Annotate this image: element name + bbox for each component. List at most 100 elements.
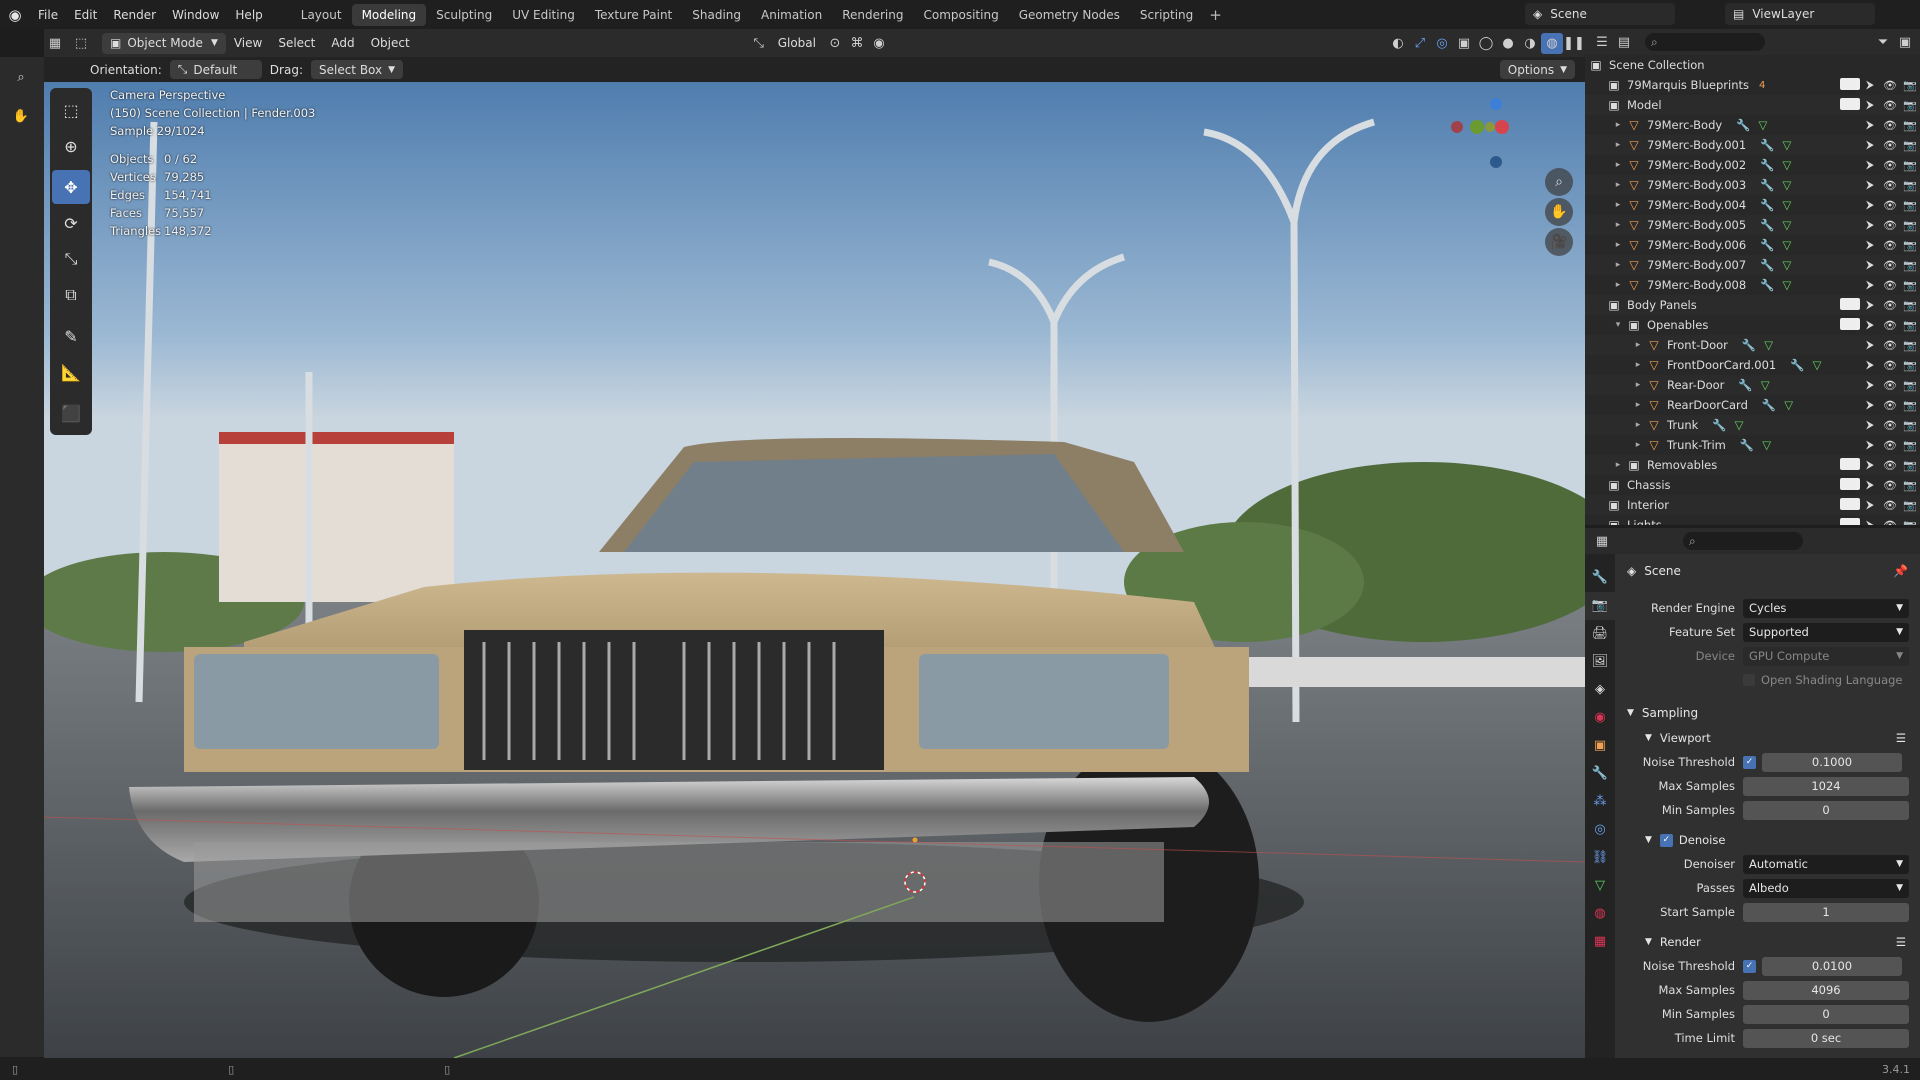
cursor-tool-icon[interactable]: ⊕ xyxy=(52,129,90,163)
eye-icon[interactable]: 👁 xyxy=(1880,159,1900,172)
r-noise-field[interactable]: 0.0100 xyxy=(1762,956,1902,976)
exclude-checkbox[interactable] xyxy=(1840,457,1860,473)
camera-icon[interactable]: 📷 xyxy=(1900,159,1920,172)
eye-icon[interactable]: 👁 xyxy=(1880,379,1900,392)
expand-arrow-icon[interactable]: ▸ xyxy=(1611,460,1625,470)
camera-icon[interactable]: 📷 xyxy=(1900,199,1920,212)
expand-arrow-icon[interactable]: ▸ xyxy=(1631,440,1645,450)
exclude-checkbox[interactable] xyxy=(1840,517,1860,525)
eye-icon[interactable]: 👁 xyxy=(1880,219,1900,232)
outliner-editor-icon[interactable]: ☰ xyxy=(1591,32,1613,53)
time-limit-field[interactable]: 0 sec xyxy=(1743,1028,1909,1048)
move-tool-icon[interactable]: ✥ xyxy=(52,170,90,204)
outliner-row[interactable]: ▸ ▽ Trunk-Trim 🔧 ▽ ⮞ 👁 📷 xyxy=(1585,435,1920,455)
device-dropdown[interactable]: GPU Compute ▼ xyxy=(1743,646,1909,666)
r-noise-checkbox[interactable]: ✓ xyxy=(1743,959,1756,973)
gizmo-icon[interactable]: ⤢ xyxy=(1409,33,1431,54)
expand-arrow-icon[interactable]: ▸ xyxy=(1611,120,1625,130)
eye-icon[interactable]: 👁 xyxy=(1880,419,1900,432)
xray-icon[interactable]: ▣ xyxy=(1453,33,1475,54)
select-arrow-icon[interactable]: ⮞ xyxy=(1860,398,1880,412)
vp-noise-field[interactable]: 0.1000 xyxy=(1762,752,1902,772)
filter-icon[interactable]: ⏷ xyxy=(1872,32,1894,53)
physics-tab-icon[interactable]: ◎ xyxy=(1585,816,1615,844)
outliner-row[interactable]: ▣ 79Marquis Blueprints 4 ⮞ 👁 📷 xyxy=(1585,75,1920,95)
3d-viewport[interactable] xyxy=(44,82,1585,1058)
select-mode-icon[interactable]: ⬚ xyxy=(66,33,96,54)
particles-tab-icon[interactable]: ⁂ xyxy=(1585,788,1615,816)
outliner-search[interactable]: ⌕ xyxy=(1645,33,1765,51)
eye-icon[interactable]: 👁 xyxy=(1880,499,1900,512)
camera-icon[interactable]: 📷 xyxy=(1900,239,1920,252)
camera-icon[interactable]: 📷 xyxy=(1900,279,1920,292)
camera-icon[interactable]: 📷 xyxy=(1900,399,1920,412)
start-sample-field[interactable]: 1 xyxy=(1743,902,1909,922)
output-tab-icon[interactable]: 🖨 xyxy=(1585,620,1615,648)
camera-icon[interactable]: 📷 xyxy=(1900,299,1920,312)
tab-animation[interactable]: Animation xyxy=(751,4,832,26)
select-arrow-icon[interactable]: ⮞ xyxy=(1860,158,1880,172)
data-tab-icon[interactable]: ▽ xyxy=(1585,872,1615,900)
overlay-icon[interactable]: ◎ xyxy=(1431,33,1453,54)
camera-icon[interactable]: 📷 xyxy=(1900,119,1920,132)
exclude-checkbox[interactable] xyxy=(1840,97,1860,113)
select-arrow-icon[interactable]: ⮞ xyxy=(1860,198,1880,212)
visibility-icon[interactable]: ◐ xyxy=(1387,33,1409,54)
outliner-row[interactable]: ▸ ▽ 79Merc-Body.002 🔧 ▽ ⮞ 👁 📷 xyxy=(1585,155,1920,175)
tab-modeling[interactable]: Modeling xyxy=(351,3,427,26)
properties-editor-icon[interactable]: ▦ xyxy=(1591,531,1613,552)
camera-icon[interactable]: 📷 xyxy=(1900,99,1920,112)
select-arrow-icon[interactable]: ⮞ xyxy=(1860,78,1880,92)
expand-arrow-icon[interactable]: ▸ xyxy=(1611,160,1625,170)
select-arrow-icon[interactable]: ⮞ xyxy=(1860,98,1880,112)
eye-icon[interactable]: 👁 xyxy=(1880,99,1900,112)
select-arrow-icon[interactable]: ⮞ xyxy=(1860,278,1880,292)
outliner-row[interactable]: ▸ ▽ Rear-Door 🔧 ▽ ⮞ 👁 📷 xyxy=(1585,375,1920,395)
camera-icon[interactable]: 📷 xyxy=(1900,379,1920,392)
select-arrow-icon[interactable]: ⮞ xyxy=(1860,298,1880,312)
sampling-panel-header[interactable]: ▼ Sampling xyxy=(1615,700,1920,726)
expand-arrow-icon[interactable]: ▾ xyxy=(1611,320,1625,330)
outliner-row[interactable]: ▸ ▽ 79Merc-Body.001 🔧 ▽ ⮞ 👁 📷 xyxy=(1585,135,1920,155)
vp-noise-checkbox[interactable]: ✓ xyxy=(1743,755,1756,769)
select-arrow-icon[interactable]: ⮞ xyxy=(1860,498,1880,512)
camera-icon[interactable]: 📷 xyxy=(1900,499,1920,512)
menu-file[interactable]: File xyxy=(30,8,66,22)
r-min-field[interactable]: 0 xyxy=(1743,1004,1909,1024)
eye-icon[interactable]: 👁 xyxy=(1880,119,1900,132)
eye-icon[interactable]: 👁 xyxy=(1880,139,1900,152)
outliner-row[interactable]: ▸ ▣ Removables ⮞ 👁 📷 xyxy=(1585,455,1920,475)
outliner-row[interactable]: ▣ Model ⮞ 👁 📷 xyxy=(1585,95,1920,115)
outliner-row[interactable]: ▸ ▽ 79Merc-Body 🔧 ▽ ⮞ 👁 📷 xyxy=(1585,115,1920,135)
select-arrow-icon[interactable]: ⮞ xyxy=(1860,238,1880,252)
outliner-row[interactable]: ▸ ▽ Front-Door 🔧 ▽ ⮞ 👁 📷 xyxy=(1585,335,1920,355)
camera-icon[interactable]: 📷 xyxy=(1900,419,1920,432)
select-arrow-icon[interactable]: ⮞ xyxy=(1860,438,1880,452)
r-max-field[interactable]: 4096 xyxy=(1743,980,1909,1000)
add-cube-tool-icon[interactable]: ⬛ xyxy=(52,396,90,430)
expand-arrow-icon[interactable]: ▸ xyxy=(1611,180,1625,190)
material-shading-icon[interactable]: ◑ xyxy=(1519,33,1541,54)
eye-icon[interactable]: 👁 xyxy=(1880,199,1900,212)
pan-view-icon[interactable]: ✋ xyxy=(1545,198,1573,226)
expand-arrow-icon[interactable]: ▸ xyxy=(1631,420,1645,430)
outliner-row[interactable]: ▣ Interior ⮞ 👁 📷 xyxy=(1585,495,1920,515)
expand-arrow-icon[interactable]: ▸ xyxy=(1631,340,1645,350)
vp-min-field[interactable]: 0 xyxy=(1743,800,1909,820)
tab-scripting[interactable]: Scripting xyxy=(1130,4,1203,26)
expand-arrow-icon[interactable]: ▸ xyxy=(1611,240,1625,250)
viewport-subpanel-header[interactable]: ▼ Viewport ☰ xyxy=(1615,726,1920,750)
eye-icon[interactable]: 👁 xyxy=(1880,259,1900,272)
camera-icon[interactable]: 📷 xyxy=(1900,79,1920,92)
menu-render[interactable]: Render xyxy=(105,8,164,22)
render-subpanel-header[interactable]: ▼ Render ☰ xyxy=(1615,930,1920,954)
camera-icon[interactable]: 📷 xyxy=(1900,459,1920,472)
eye-icon[interactable]: 👁 xyxy=(1880,519,1900,526)
eye-icon[interactable]: 👁 xyxy=(1880,439,1900,452)
outliner-row[interactable]: ▣ Chassis ⮞ 👁 📷 xyxy=(1585,475,1920,495)
select-arrow-icon[interactable]: ⮞ xyxy=(1860,138,1880,152)
denoiser-dropdown[interactable]: Automatic ▼ xyxy=(1743,854,1909,874)
denoise-checkbox[interactable]: ✓ xyxy=(1659,833,1673,847)
tab-rendering[interactable]: Rendering xyxy=(832,4,913,26)
eye-icon[interactable]: 👁 xyxy=(1880,299,1900,312)
